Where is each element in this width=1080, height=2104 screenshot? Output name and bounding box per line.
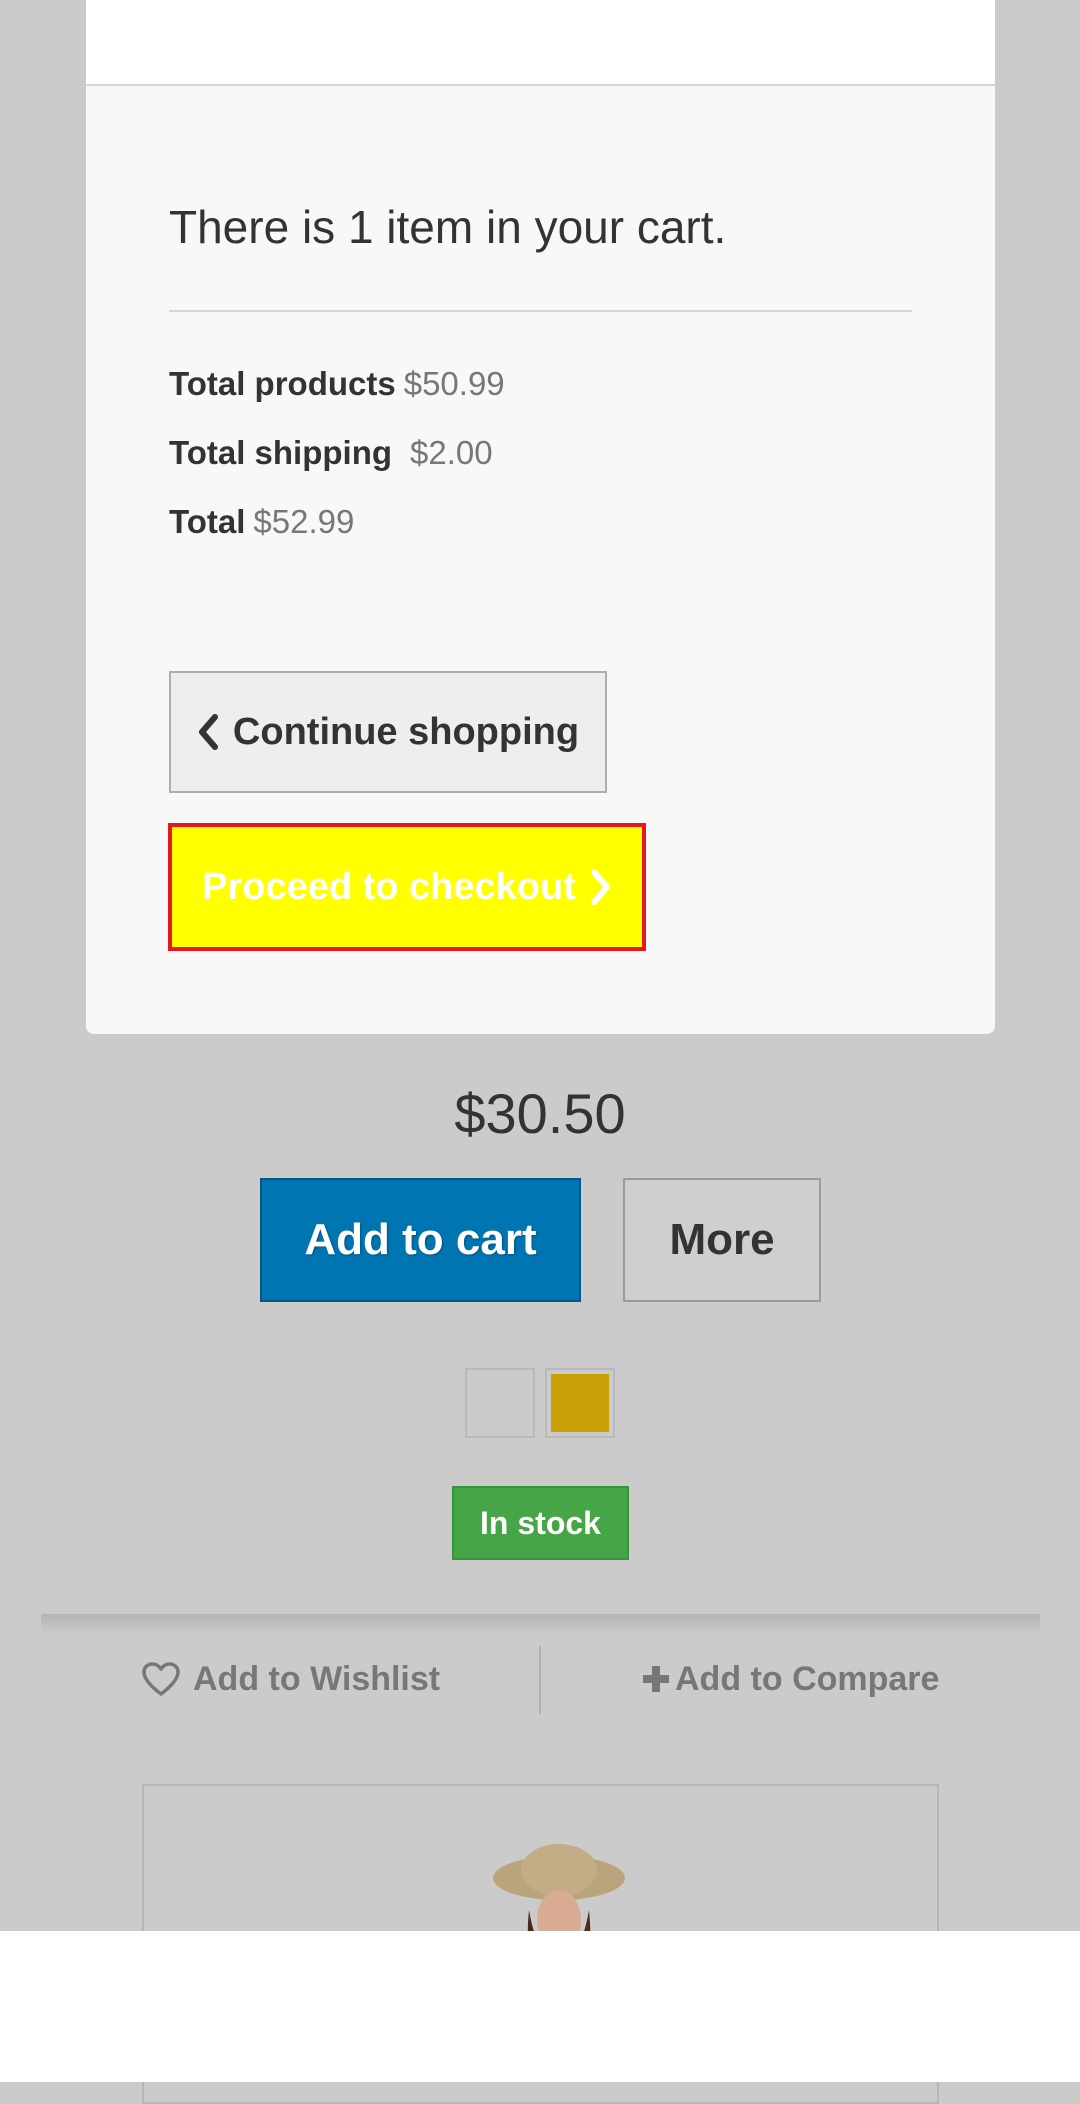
- cart-heading: There is 1 item in your cart.: [169, 201, 727, 253]
- swatch-fill-gold: [551, 1374, 609, 1432]
- total-label: Total: [169, 503, 246, 540]
- popup-top-section: [86, 0, 995, 84]
- more-button[interactable]: More: [623, 1178, 821, 1302]
- total-shipping-value: $2.00: [410, 434, 493, 471]
- total-shipping-label: Total shipping: [169, 434, 393, 471]
- proceed-to-checkout-button[interactable]: Proceed to checkout: [168, 823, 646, 951]
- plus-icon: [643, 1666, 669, 1692]
- proceed-to-checkout-label: Proceed to checkout: [202, 865, 576, 908]
- total-shipping-row: Total shipping $2.00: [169, 436, 493, 469]
- color-swatch-white[interactable]: [465, 1368, 535, 1438]
- chevron-left-icon: [198, 714, 218, 750]
- cart-popup: There is 1 item in your cart. Total prod…: [86, 84, 995, 1034]
- action-divider: [539, 1646, 541, 1714]
- swatch-fill-white: [471, 1374, 529, 1432]
- more-label: More: [669, 1215, 775, 1264]
- add-to-cart-label: Add to cart: [304, 1215, 537, 1264]
- total-value: $52.99: [253, 503, 355, 540]
- add-to-compare-link[interactable]: Add to Compare: [641, 1652, 939, 1706]
- color-swatch-gold[interactable]: [545, 1368, 615, 1438]
- add-to-wishlist-label: Add to Wishlist: [193, 1659, 441, 1698]
- total-products-row: Total products $50.99: [169, 367, 505, 400]
- stock-label: In stock: [480, 1504, 601, 1541]
- divider: [169, 310, 912, 312]
- heart-icon: [142, 1662, 180, 1696]
- add-to-compare-label: Add to Compare: [675, 1659, 940, 1698]
- section-shadow: [41, 1614, 1040, 1634]
- stock-badge: In stock: [452, 1486, 629, 1560]
- total-products-label: Total products: [169, 365, 396, 402]
- bottom-blank-area: [0, 1931, 1080, 2082]
- continue-shopping-button[interactable]: Continue shopping: [169, 671, 607, 793]
- chevron-right-icon: [590, 869, 610, 905]
- add-to-cart-button[interactable]: Add to cart: [260, 1178, 581, 1302]
- total-products-value: $50.99: [403, 365, 505, 402]
- continue-shopping-label: Continue shopping: [232, 710, 580, 753]
- add-to-wishlist-link[interactable]: Add to Wishlist: [141, 1652, 440, 1706]
- product-price: $30.50: [454, 1082, 626, 1145]
- total-row: Total $52.99: [169, 505, 354, 538]
